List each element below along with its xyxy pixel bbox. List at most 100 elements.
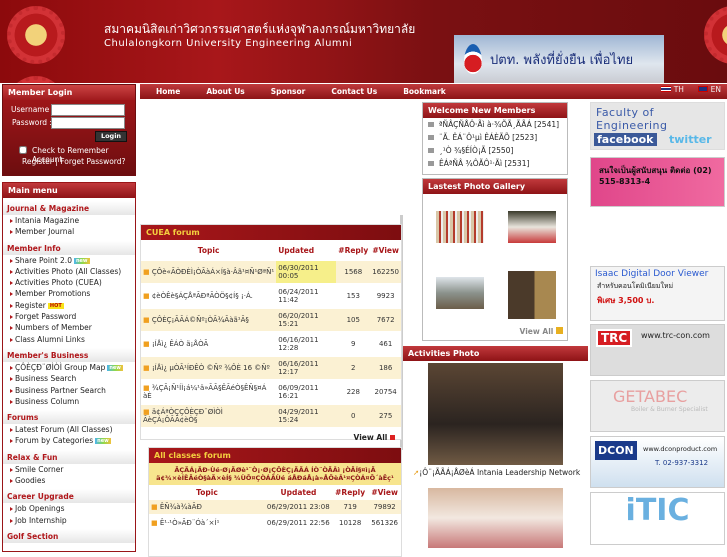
username-input[interactable] <box>51 104 125 116</box>
ptt-banner[interactable]: ปตท. พลังที่ยั่งยืน เพื่อไทย <box>454 35 664 83</box>
ad-isaac[interactable]: Isaac Digital Door Viewer สำหรับคอนโดมิเ… <box>590 266 725 321</box>
ad-faculty-engineering[interactable]: Faculty of Engineering facebook twitter <box>590 102 725 150</box>
menu-item[interactable]: Smile Corner <box>3 464 135 475</box>
menu-item[interactable]: ÇÔÈÇÐ¨ØÌÒÌ Group Map new <box>3 362 135 373</box>
lang-en[interactable]: EN <box>711 85 721 94</box>
menu-item[interactable]: Job Internship <box>3 515 135 526</box>
bullet-icon: ■ <box>151 503 160 511</box>
topic-cell[interactable]: ■ Ê¹·¹Ò»ÃÐ¨Óà´×Í¹ <box>149 515 265 532</box>
menu-item[interactable]: Business Search <box>3 373 135 384</box>
lang-th[interactable]: TH <box>674 85 684 94</box>
menu-item[interactable]: Business Column <box>3 396 135 407</box>
menu-item[interactable]: Share Point 2.0 new <box>3 255 135 266</box>
menu-item-label: Job Internship <box>15 515 67 525</box>
menu-item[interactable]: Latest Forum (All Classes) <box>3 424 135 435</box>
new-member-item[interactable]: ÊÁªÑÂ ¾ÔÃÔ¹·Ãì [2531] <box>423 157 567 170</box>
topic-link[interactable]: ä¢ÁªÒÇÇÔÈÇÐ¨ØÌÒÌ ÃèÇÁ¡ÔÃÃ¢èÒ§ <box>143 408 223 424</box>
menu-item[interactable]: Goodies <box>3 475 135 486</box>
new-member-item[interactable]: ¸¹Ò ¾§ÉÍÒ¡Ã [2550] <box>423 144 567 157</box>
nav-home[interactable]: Home <box>156 87 180 96</box>
nav-about-us[interactable]: About Us <box>206 87 244 96</box>
bullet-icon: ■ <box>143 268 152 276</box>
table-row[interactable]: ■ ÊÑ¾à¾àÃÐ 06/29/2011 23:08 719 79892 <box>149 500 401 516</box>
topic-cell[interactable]: ■ ÇÔÈÇ¡ÃÃÁ©Ñº¡ÒÃ¾Ãàã¹Ã§ <box>141 308 277 333</box>
bullet-icon: ■ <box>143 408 152 416</box>
forgot-password-link[interactable]: Forget Password? <box>60 157 125 166</box>
topic-cell[interactable]: ■ ä¢ÁªÒÇÇÔÈÇÐ¨ØÌÒÌ ÃèÇÁ¡ÔÃÃ¢èÒ§ <box>141 404 277 429</box>
topic-link[interactable]: ¾ÇÃ¡Ñ¹ÍÌ¡á¼¹ä»ÃÃ§ÊÃéÒ§ÊÑ§¤Á àÈ <box>143 384 266 400</box>
table-row[interactable]: ■ ÇÔè«ÃÒÐÈÌ¡ÒÃàÁ×Í§à·Âã¹¤Ñ¹ØªÑ¹ 06/30/20… <box>141 261 401 285</box>
menu-item[interactable]: Register HOT <box>3 300 135 311</box>
menu-item[interactable]: Member Promotions <box>3 288 135 299</box>
remember-checkbox[interactable] <box>19 146 27 154</box>
updated-cell: 04/29/2011 15:24 <box>276 404 337 429</box>
nav-bookmark[interactable]: Bookmark <box>403 87 446 96</box>
uk-flag-icon[interactable] <box>698 86 709 92</box>
menu-item[interactable]: Forget Password <box>3 311 135 322</box>
topic-cell[interactable]: ■ ¡ÍÅì¿ ÊÁÒ ä¡ÅÒÃ <box>141 332 277 357</box>
table-row[interactable]: ■ ä¢ÁªÒÇÇÔÈÇÐ¨ØÌÒÌ ÃèÇÁ¡ÔÃÃ¢èÒ§ 04/29/20… <box>141 404 401 429</box>
activity-photo[interactable] <box>428 488 563 548</box>
topic-cell[interactable]: ■ ¢èÒÊè§ÁÇÅªÃÐªÃÒÖ§¢Í§ ¡·Á. <box>141 284 277 309</box>
nav-contact-us[interactable]: Contact Us <box>331 87 377 96</box>
menu-item[interactable]: Numbers of Member <box>3 322 135 333</box>
gallery-thumbnail[interactable] <box>508 271 556 319</box>
twitter-link[interactable]: twitter <box>669 133 712 146</box>
menu-item-label: Member Journal <box>15 227 75 237</box>
ad-getabec[interactable]: GETABEC Boiler & Burner Specialist <box>590 380 725 432</box>
menu-item[interactable]: Activities Photo (CUEA) <box>3 277 135 288</box>
cuea-forum-table: Topic Updated #Reply #View ■ ÇÔè«ÃÒÐÈÌ¡Ò… <box>141 240 401 429</box>
table-row[interactable]: ■ ¡ÍÅì¿ ÊÁÒ ä¡ÅÒÃ 06/16/2011 12:28 9 461 <box>141 332 401 357</box>
menu-item[interactable]: Class Alumni Links <box>3 334 135 345</box>
menu-item[interactable]: Forum by Categories new <box>3 435 135 446</box>
register-link[interactable]: Register <box>22 157 53 166</box>
nav-sponsor[interactable]: Sponsor <box>271 87 306 96</box>
ad-itic[interactable]: iTIC <box>590 492 725 545</box>
gallery-thumbnail[interactable] <box>436 211 484 243</box>
password-label: Password : <box>12 118 52 127</box>
gallery-thumbnail[interactable] <box>508 211 556 243</box>
table-row[interactable]: ■ Ê¹·¹Ò»ÃÐ¨Óà´×Í¹ 06/29/2011 22:56 10128… <box>149 515 401 532</box>
facebook-link[interactable]: facebook <box>594 133 657 146</box>
topic-link[interactable]: ¡ÍÅì¿ ÊÁÒ ä¡ÅÒÃ <box>152 340 208 348</box>
ad-dcon[interactable]: DCON www.dconproduct.com T. 02-937-3312 <box>590 436 725 488</box>
ptt-logo-icon <box>464 44 482 74</box>
menu-item[interactable]: Business Partner Search <box>3 385 135 396</box>
topic-cell[interactable]: ■ ÇÔè«ÃÒÐÈÌ¡ÒÃàÁ×Í§à·Âã¹¤Ñ¹ØªÑ¹ <box>141 261 277 285</box>
table-row[interactable]: ■ ¢èÒÊè§ÁÇÅªÃÐªÃÒÖ§¢Í§ ¡·Á. 06/24/2011 1… <box>141 284 401 309</box>
thai-flag-icon[interactable] <box>661 86 672 92</box>
menu-item[interactable]: Intania Magazine <box>3 215 135 226</box>
activity-caption[interactable]: ¡Ô¨¡ÃÃÁ¡ÅØèÁ Intania Leadership Network <box>419 468 580 477</box>
logo-gear-icon[interactable] <box>7 6 65 64</box>
password-input[interactable] <box>51 117 125 129</box>
menu-item[interactable]: Member Journal <box>3 226 135 237</box>
topic-link[interactable]: Ê¹·¹Ò»ÃÐ¨Óà´×Í¹ <box>160 519 220 527</box>
login-button[interactable]: Login <box>95 131 127 142</box>
table-row[interactable]: ■ ¡ÍÅì¿ µÒÃ¹ÍÐÊÒ ©Ñº ¾ÔÈ 16 ©Ñº 06/16/20… <box>141 356 401 381</box>
ad-trc[interactable]: TRC www.trc-con.com <box>590 324 725 376</box>
table-row[interactable]: ■ ÇÔÈÇ¡ÃÃÁ©Ñº¡ÒÃ¾Ãàã¹Ã§ 06/20/2011 15:21… <box>141 308 401 333</box>
topic-cell[interactable]: ■ ¾ÇÃ¡Ñ¹ÍÌ¡á¼¹ä»ÃÃ§ÊÃéÒ§ÊÑ§¤Á àÈ <box>141 380 277 405</box>
topic-link[interactable]: ÇÔè«ÃÒÐÈÌ¡ÒÃàÁ×Í§à·Âã¹¤Ñ¹ØªÑ¹ <box>152 268 274 276</box>
ad-text: www.dconproduct.com <box>643 445 718 453</box>
activity-photo[interactable] <box>428 363 563 465</box>
new-member-item[interactable]: ¨Ã. ÊÁ¨Ô¹µì ÊÁÈÃÕ [2523] <box>423 131 567 144</box>
new-member-item[interactable]: ªÑÂÇÑÅÔ·Ãì à·¾ÕÃ¸ÃÃÁ [2541] <box>423 118 567 131</box>
main-menu: Main menu Journal & Magazine Intania Maga… <box>2 182 136 552</box>
topic-cell[interactable]: ■ ÊÑ¾à¾àÃÐ <box>149 500 265 516</box>
topic-link[interactable]: ¢èÒÊè§ÁÇÅªÃÐªÃÒÖ§¢Í§ ¡·Á. <box>152 292 253 300</box>
gallery-thumbnail[interactable] <box>436 277 484 309</box>
topic-link[interactable]: ÇÔÈÇ¡ÃÃÁ©Ñº¡ÒÃ¾Ãàã¹Ã§ <box>152 316 249 324</box>
table-row[interactable]: ■ ¾ÇÃ¡Ñ¹ÍÌ¡á¼¹ä»ÃÃ§ÊÃéÒ§ÊÑ§¤Á àÈ 06/09/2… <box>141 380 401 405</box>
cuea-view-all-link[interactable]: View All <box>354 433 388 442</box>
gallery-view-all-link[interactable]: View All <box>520 327 554 336</box>
menu-item[interactable]: Job Openings <box>3 503 135 514</box>
topic-link[interactable]: ÊÑ¾à¾àÃÐ <box>160 503 202 511</box>
menu-item-label: Member Promotions <box>15 289 91 299</box>
ad-sponsor-contact[interactable]: สนใจเป็นผู้สนับสนุน ติดต่อ (02) 515-8313… <box>590 157 725 207</box>
menu-item[interactable]: Activities Photo (All Classes) <box>3 266 135 277</box>
ad-text: GETABEC <box>613 387 688 406</box>
topic-link[interactable]: ¡ÍÅì¿ µÒÃ¹ÍÐÊÒ ©Ñº ¾ÔÈ 16 ©Ñº <box>152 364 270 372</box>
topic-cell[interactable]: ■ ¡ÍÅì¿ µÒÃ¹ÍÐÊÒ ©Ñº ¾ÔÈ 16 ©Ñº <box>141 356 277 381</box>
menu-item-label: Forum by Categories <box>15 436 94 446</box>
